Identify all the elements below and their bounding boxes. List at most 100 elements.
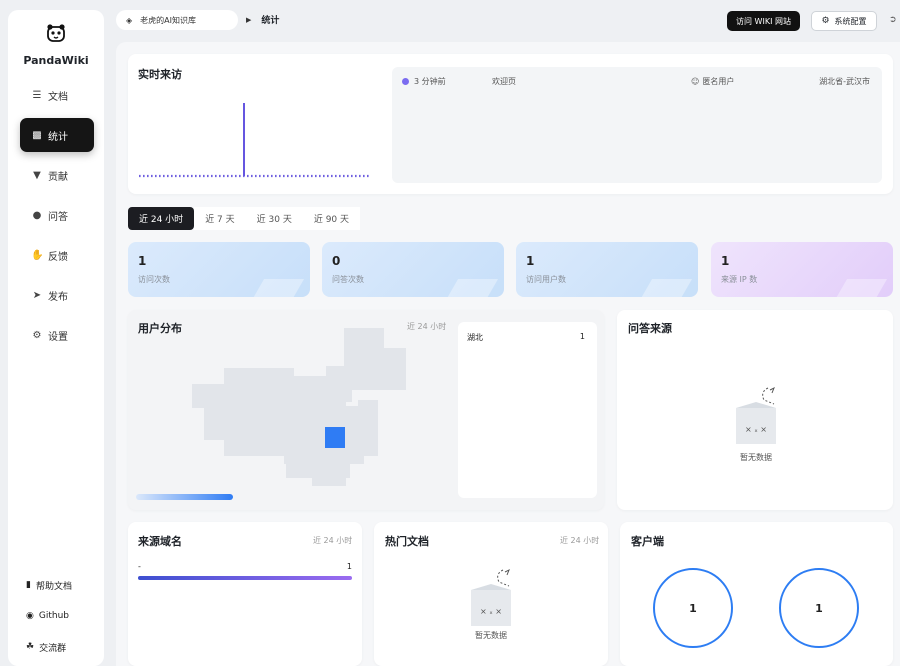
qa-source-title: 问答来源 <box>628 322 672 335</box>
knowledge-base-selector[interactable]: ◈ 老虎的AI知识库 <box>116 10 238 30</box>
panda-logo-icon <box>47 24 65 42</box>
gear-icon: ⚙ <box>821 16 830 26</box>
chart-icon: ▩ <box>32 129 42 141</box>
hot-docs-empty: × ₓ × 暂无数据 <box>453 566 529 641</box>
empty-text: 暂无数据 <box>740 453 772 462</box>
svg-text:× ₓ ×: × ₓ × <box>480 607 502 616</box>
help-docs-link[interactable]: ▮ 帮助文档 <box>18 573 96 597</box>
caret-right-icon: ▶ <box>246 15 252 24</box>
svg-text:× ₓ ×: × ₓ × <box>745 425 767 434</box>
qa-source-empty: × ₓ × 暂无数据 <box>718 384 794 463</box>
logout-icon[interactable]: ➲ <box>889 15 899 25</box>
system-config-label: 系统配置 <box>834 16 867 26</box>
tab-7d[interactable]: 近 7 天 <box>194 207 246 230</box>
hot-docs-range: 近 24 小时 <box>560 536 600 545</box>
stat-decoration <box>635 279 693 297</box>
stat-value: 1 <box>721 254 730 268</box>
sidebar-item-contribution[interactable]: ▼ 贡献 <box>20 158 94 192</box>
book-icon: ▮ <box>26 580 31 590</box>
stat-value: 1 <box>138 254 147 268</box>
domain-progress-bar <box>138 576 352 580</box>
sidebar-item-docs[interactable]: ☰ 文档 <box>20 78 94 112</box>
knowledge-base-name: 老虎的AI知识库 <box>140 15 196 25</box>
domain-name: - <box>138 562 141 571</box>
send-icon: ➤ <box>32 289 42 301</box>
visit-user: ☺ 匿名用户 <box>691 76 734 87</box>
stat-label: 访问用户数 <box>526 275 566 284</box>
client-ring: 1 <box>779 568 859 648</box>
source-domains-title: 来源域名 <box>138 535 182 548</box>
sidebar-item-stats[interactable]: ▩ 统计 <box>20 118 94 152</box>
domain-row: - 1 <box>138 562 352 571</box>
sidebar-item-label: 问答 <box>48 211 68 223</box>
github-icon: ◉ <box>26 611 34 621</box>
logo[interactable]: PandaWiki <box>8 22 104 67</box>
stat-decoration <box>247 279 305 297</box>
map-legend-gradient <box>136 494 233 500</box>
trophy-icon: ▼ <box>33 169 41 181</box>
github-label: Github <box>38 611 69 621</box>
hand-icon: ✋ <box>31 249 44 261</box>
stat-value: 0 <box>332 254 341 268</box>
visit-wiki-button[interactable]: 访问 WIKI 网站 <box>727 11 800 31</box>
map-region-hubei[interactable] <box>325 427 345 448</box>
region-list: 湖北 1 <box>458 322 597 498</box>
china-map <box>192 328 406 486</box>
sidebar-item-publish[interactable]: ➤ 发布 <box>20 278 94 312</box>
time-range-tabs: 近 24 小时 近 7 天 近 30 天 近 90 天 <box>128 207 361 230</box>
stat-decoration <box>830 279 888 297</box>
tab-90d[interactable]: 近 90 天 <box>302 207 361 230</box>
sidebar-item-feedback[interactable]: ✋ 反馈 <box>20 238 94 272</box>
help-docs-label: 帮助文档 <box>35 581 72 592</box>
tab-30d[interactable]: 近 30 天 <box>245 207 303 230</box>
sidebar-item-label: 文档 <box>48 91 68 103</box>
page-title: 统计 <box>261 16 280 26</box>
cube-icon: ◈ <box>126 15 133 25</box>
realtime-visit-row: 3 分钟前 欢迎页 ☺ 匿名用户 湖北省-武汉市 <box>392 76 882 90</box>
sidebar-item-qa[interactable]: ● 问答 <box>20 198 94 232</box>
region-row: 湖北 1 <box>467 332 585 343</box>
empty-text: 暂无数据 <box>475 631 507 640</box>
region-count: 1 <box>579 332 585 341</box>
sidebar-item-label: 统计 <box>48 131 68 143</box>
visit-location: 湖北省-武汉市 <box>819 77 870 86</box>
app-name: PandaWiki <box>23 54 89 67</box>
breadcrumb: ▶ 统计 <box>246 13 280 27</box>
realtime-visits-list: 3 分钟前 欢迎页 ☺ 匿名用户 湖北省-武汉市 <box>392 67 882 183</box>
visit-user-text: 匿名用户 <box>702 77 735 86</box>
visit-page[interactable]: 欢迎页 <box>492 76 516 87</box>
realtime-visits-sparkline <box>139 103 369 178</box>
system-config-button[interactable]: ⚙ 系统配置 <box>811 11 877 31</box>
realtime-visits-title: 实时来访 <box>138 68 182 81</box>
hot-docs-title: 热门文档 <box>385 535 429 548</box>
empty-box-icon: × ₓ × <box>471 568 511 626</box>
stat-card-qa: 0 问答次数 <box>322 242 504 297</box>
sidebar-item-label: 发布 <box>48 291 68 303</box>
visit-time: 3 分钟前 <box>402 76 446 87</box>
sidebar-item-label: 反馈 <box>48 251 68 263</box>
sidebar-item-label: 设置 <box>48 331 68 343</box>
client-ring: 1 <box>653 568 733 648</box>
stat-value: 1 <box>526 254 535 268</box>
sidebar: PandaWiki ☰ 文档 ▩ 统计 ▼ 贡献 ● 问答 ✋ 反馈 ➤ 发布 … <box>8 10 104 666</box>
tab-24h[interactable]: 近 24 小时 <box>128 207 195 230</box>
community-group-link[interactable]: ☘ 交流群 <box>18 635 96 659</box>
panda-avatar-icon: ☺ <box>691 77 700 86</box>
stat-label: 访问次数 <box>138 275 170 284</box>
stat-card-visits: 1 访问次数 <box>128 242 310 297</box>
github-link[interactable]: ◉ Github <box>18 604 96 628</box>
stat-card-users: 1 访问用户数 <box>516 242 698 297</box>
chat-icon: ● <box>32 209 42 221</box>
stat-label: 问答次数 <box>332 275 364 284</box>
stat-card-source-ip: 1 来源 IP 数 <box>711 242 893 297</box>
sidebar-item-settings[interactable]: ⚙ 设置 <box>20 318 94 352</box>
group-icon: ☘ <box>26 642 35 652</box>
stat-label: 来源 IP 数 <box>721 275 758 284</box>
region-name: 湖北 <box>467 333 483 342</box>
user-distribution-title: 用户分布 <box>138 322 182 335</box>
empty-box-icon: × ₓ × <box>736 386 776 444</box>
clients-title: 客户端 <box>631 535 664 548</box>
source-domains-range: 近 24 小时 <box>313 536 353 545</box>
sidebar-item-label: 贡献 <box>48 171 68 183</box>
gear-icon: ⚙ <box>32 329 42 341</box>
